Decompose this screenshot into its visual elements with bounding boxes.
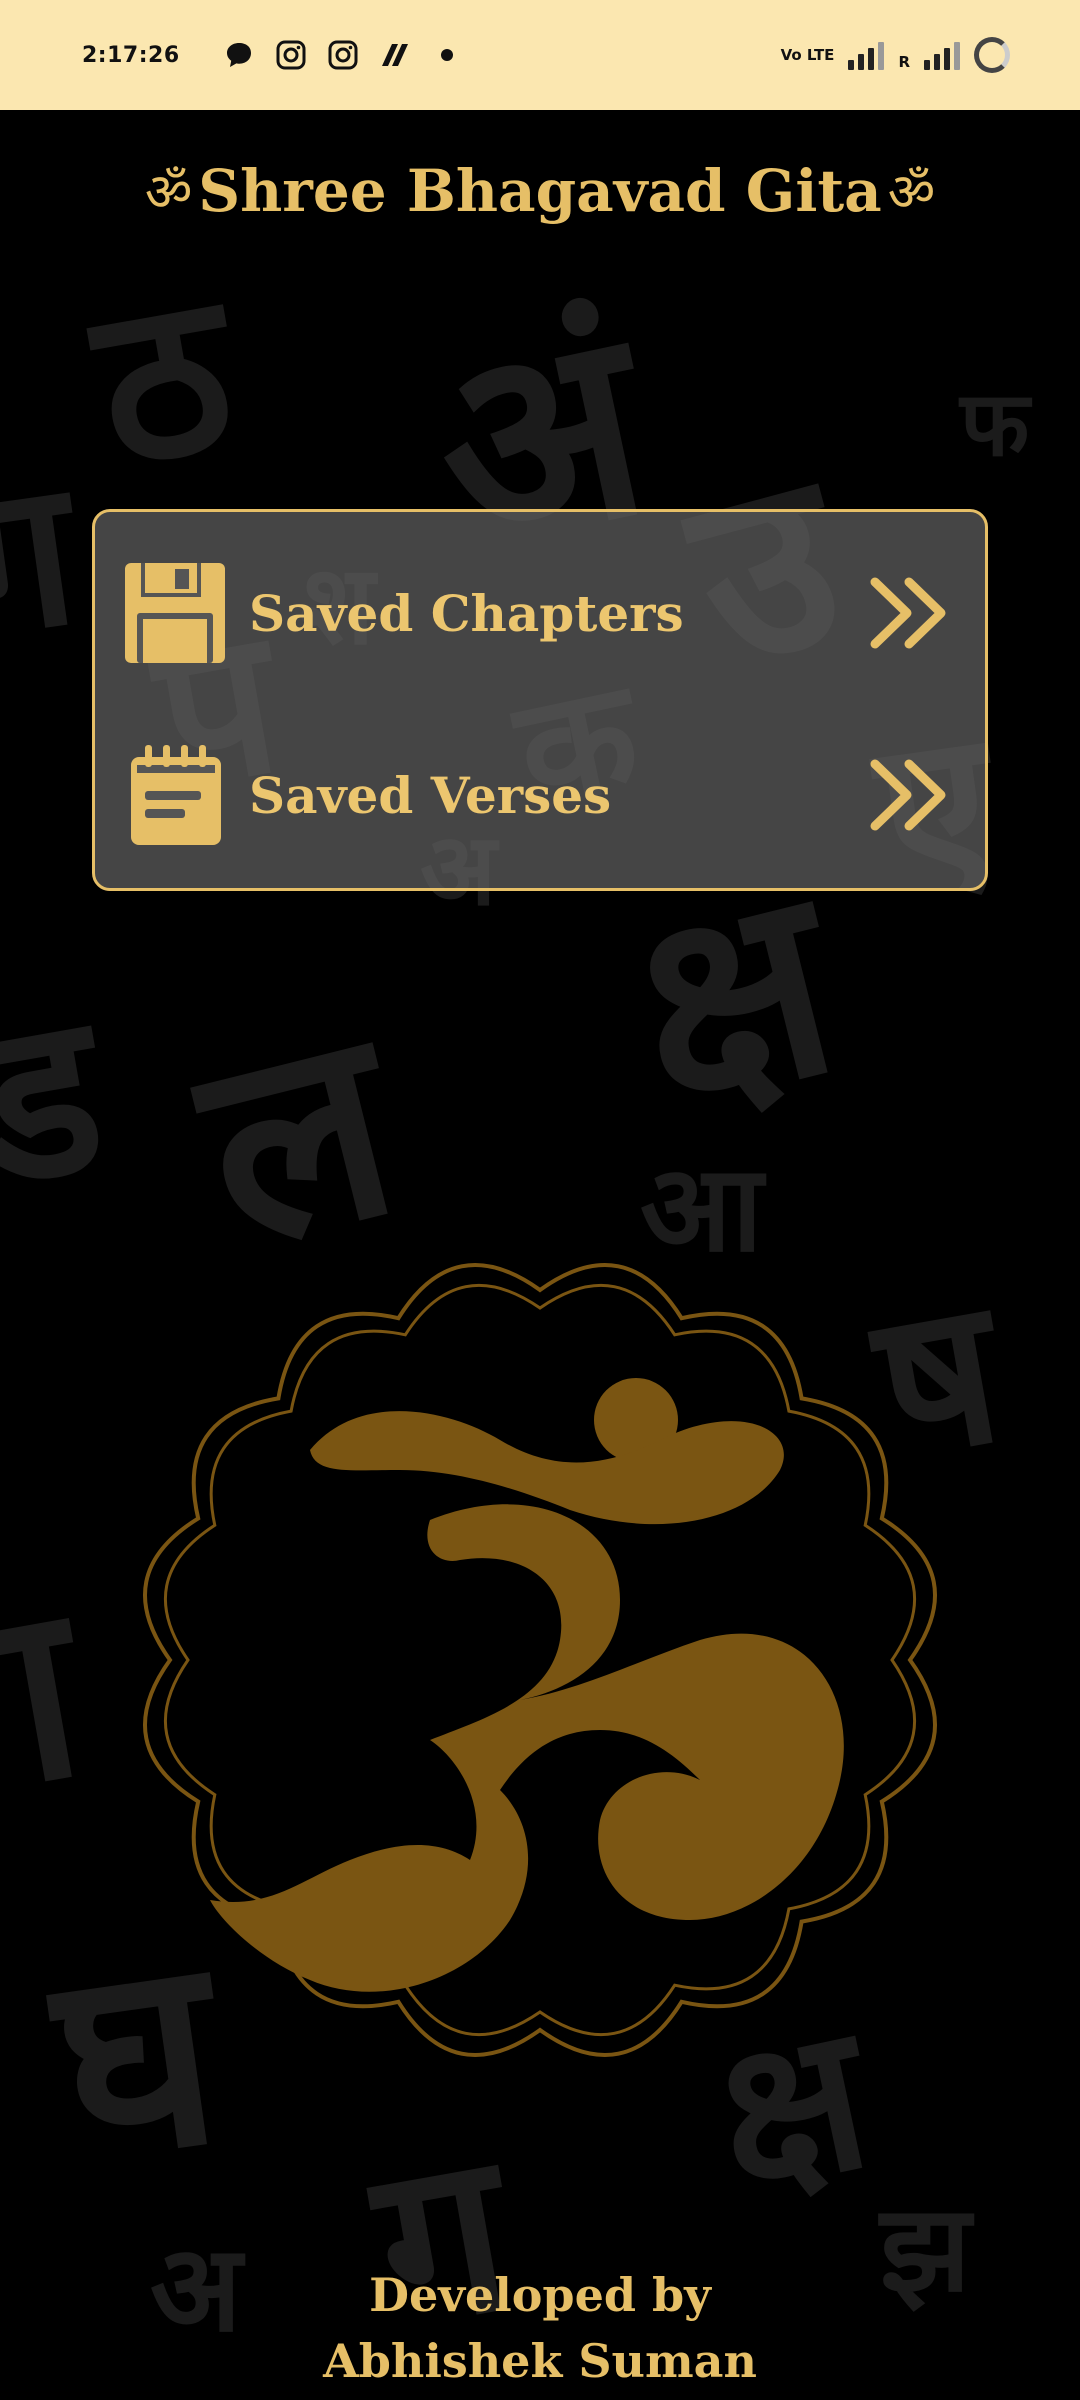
battery-icon bbox=[974, 37, 1010, 73]
notification-icons bbox=[222, 38, 464, 72]
saved-chapters-button[interactable]: Saved Chapters bbox=[123, 558, 955, 668]
double-chevron-right-icon bbox=[870, 577, 946, 649]
om-icon bbox=[143, 1263, 937, 2057]
volte-indicator: Vo LTE bbox=[780, 45, 835, 64]
saved-verses-label: Saved Verses bbox=[249, 765, 612, 825]
om-icon: ॐ bbox=[887, 163, 936, 223]
chat-bubble-icon bbox=[222, 38, 256, 72]
dot-icon bbox=[430, 38, 464, 72]
saved-chapters-label: Saved Chapters bbox=[249, 583, 684, 643]
status-bar: 2:17:26 Vo LTE R bbox=[0, 0, 1080, 110]
roaming-indicator: R bbox=[898, 53, 910, 71]
status-time: 2:17:26 bbox=[82, 42, 180, 68]
double-chevron-right-icon bbox=[870, 759, 946, 831]
signal-strength-icon bbox=[848, 40, 885, 70]
page-title: ॐ Shree Bhagavad Gita ॐ bbox=[0, 155, 1080, 226]
instagram-icon bbox=[326, 38, 360, 72]
developer-name: Abhishek Suman bbox=[323, 2334, 757, 2388]
system-status-icons: Vo LTE R bbox=[781, 37, 1010, 73]
instagram-icon bbox=[274, 38, 308, 72]
saved-verses-button[interactable]: Saved Verses bbox=[123, 740, 955, 850]
om-icon: ॐ bbox=[144, 163, 193, 223]
developer-credit-line1: Developed by bbox=[369, 2268, 711, 2322]
developer-credit: Developed by Abhishek Suman bbox=[0, 2262, 1080, 2394]
page-title-text: Shree Bhagavad Gita bbox=[198, 156, 882, 225]
app-logo-icon bbox=[378, 38, 412, 72]
floppy-disk-icon bbox=[125, 563, 225, 663]
notepad-icon bbox=[131, 745, 221, 845]
saved-menu-card: Saved Chapters Saved Verses bbox=[92, 509, 988, 891]
signal-strength-icon bbox=[924, 40, 960, 70]
